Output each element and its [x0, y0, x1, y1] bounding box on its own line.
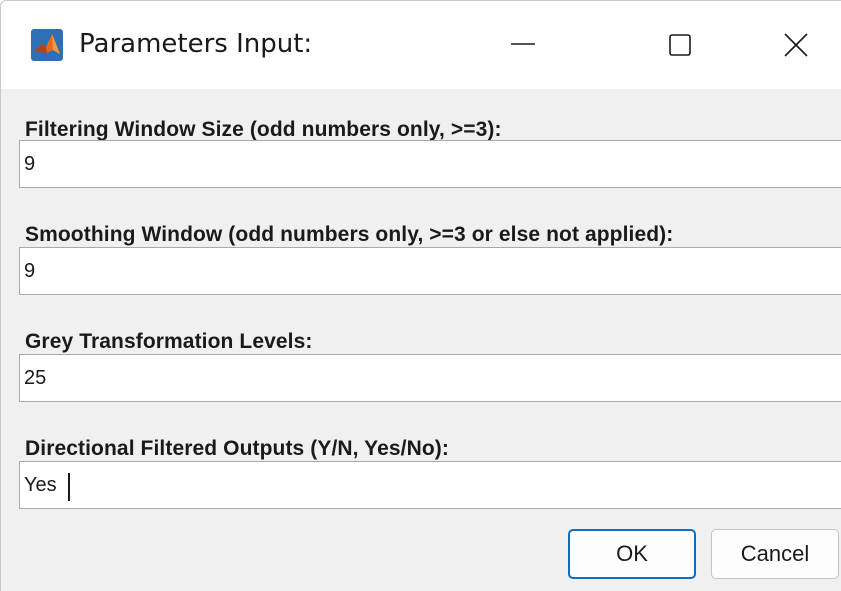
- parameters-dialog: Parameters Input: Filtering Window Size …: [0, 0, 841, 591]
- close-icon: [784, 33, 808, 57]
- window-title: Parameters Input:: [79, 29, 313, 59]
- smoothing-window-input[interactable]: [19, 247, 841, 295]
- maximize-button[interactable]: [637, 1, 727, 89]
- grey-transformation-levels-label: Grey Transformation Levels:: [25, 330, 313, 353]
- minimize-icon: [511, 43, 535, 45]
- ok-button[interactable]: OK: [568, 529, 696, 579]
- directional-filtered-outputs-label: Directional Filtered Outputs (Y/N, Yes/N…: [25, 437, 449, 460]
- cancel-button[interactable]: Cancel: [711, 529, 839, 579]
- filtering-window-size-input[interactable]: [19, 140, 841, 188]
- close-button[interactable]: [751, 1, 841, 89]
- smoothing-window-label: Smoothing Window (odd numbers only, >=3 …: [25, 223, 674, 246]
- maximize-icon: [669, 34, 691, 56]
- directional-filtered-outputs-input[interactable]: [19, 461, 841, 509]
- grey-transformation-levels-input[interactable]: [19, 354, 841, 402]
- matlab-icon: [31, 29, 63, 61]
- text-caret: [68, 473, 70, 501]
- minimize-button[interactable]: [479, 1, 569, 89]
- title-bar[interactable]: Parameters Input:: [1, 1, 841, 89]
